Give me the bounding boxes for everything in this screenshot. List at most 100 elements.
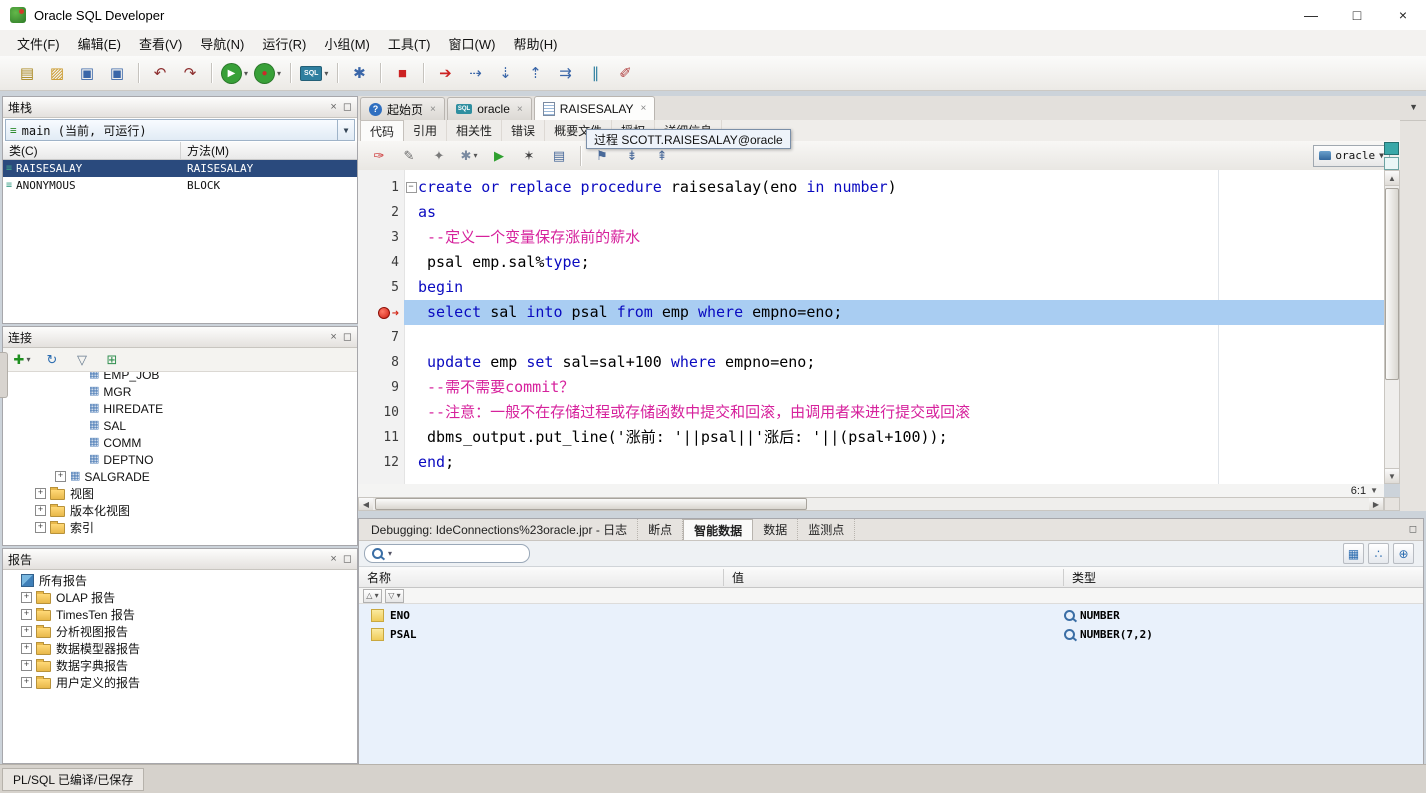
step-over-button[interactable]: ⇢ [461,60,489,86]
sql-worksheet-button[interactable]: SQL ▾ [298,60,330,86]
debug-tab[interactable]: 智能数据 [683,519,754,540]
close-tab-icon[interactable]: × [641,103,647,114]
maximize-button[interactable]: □ [1334,0,1380,30]
code-line[interactable]: 8 update emp set sal=sal+100 where empno… [358,350,1384,375]
tree-item[interactable]: + 版本化视图 [3,502,357,519]
tab-overflow-icon[interactable]: ▼ [1409,102,1418,112]
resume-button[interactable]: ⇉ [551,60,579,86]
menu-item[interactable]: 运行(R) [253,31,315,56]
stack-row[interactable]: ≡ ANONYMOUS BLOCK [3,177,357,194]
expand-icon[interactable]: + [35,505,46,516]
tree-item[interactable]: ▦ EMP_JOB [3,372,357,383]
chevron-down-icon[interactable]: ▼ [1370,486,1378,495]
tree-item[interactable]: + 视图 [3,485,357,502]
debug-tab[interactable]: Debugging: IdeConnections%23oracle.jpr -… [361,519,639,540]
grid-view-button[interactable]: ▦ [1343,543,1364,564]
chevron-down-icon[interactable]: ▼ [337,120,354,140]
type-inspect-icon[interactable] [1064,610,1075,621]
tree-item[interactable]: + ▦ SALGRADE [3,468,357,485]
collapse-all-button[interactable]: ⊞ [98,350,126,370]
report-item[interactable]: + 数据字典报告 [3,657,357,674]
stack-row[interactable]: ≡ RAISESALAY RAISESALAY [3,160,357,177]
tree-item[interactable]: ▦ MGR [3,383,357,400]
code-line[interactable]: 1− create or replace procedure raisesalay… [358,175,1384,200]
report-item[interactable]: + 分析视图报告 [3,623,357,640]
tree-item[interactable]: ▦ HIREDATE [3,400,357,417]
code-line[interactable]: 10 --注意：一般不在存储过程或存储函数中提交和回滚，由调用者来进行提交或回滚 [358,400,1384,425]
debug-tab[interactable]: 数据 [753,519,799,540]
edit-icon[interactable]: ✎ [395,143,423,169]
code-line[interactable]: 12 end; [358,450,1384,475]
scroll-up-icon[interactable]: ▲ [1385,171,1399,186]
watch-row[interactable]: ENO NUMBER [359,606,1423,625]
close-tab-icon[interactable]: × [517,104,523,115]
menu-item[interactable]: 小组(M) [315,31,379,56]
restore-icon[interactable]: ◻ [1409,524,1417,535]
step-into-button[interactable]: ⇣ [491,60,519,86]
tree-item[interactable]: ▦ COMM [3,434,357,451]
scrollbar-thumb[interactable] [375,498,808,510]
code-line[interactable]: 3 --定义一个变量保存涨前的薪水 [358,225,1384,250]
debug-icon[interactable]: ✶ [515,143,543,169]
watch-row[interactable]: PSAL NUMBER(7,2) [359,625,1423,644]
menu-item[interactable]: 文件(F) [8,31,69,56]
report-item[interactable]: + 用户定义的报告 [3,674,357,691]
chevron-down-icon[interactable]: ▾ [324,69,328,78]
tree-item[interactable]: ▦ DEPTNO [3,451,357,468]
open-button[interactable]: ▨ [43,60,71,86]
restore-icon[interactable]: ◻ [343,101,352,113]
expand-icon[interactable]: + [35,488,46,499]
scroll-right-icon[interactable]: ▶ [1369,498,1383,510]
save-button[interactable]: ▣ [73,60,101,86]
column-header-type[interactable]: 类型 [1064,569,1423,586]
scroll-left-icon[interactable]: ◀ [359,498,373,510]
column-header-value[interactable]: 值 [724,568,1064,586]
split-vertical-button[interactable] [1384,157,1399,170]
restore-icon[interactable]: ◻ [343,331,352,343]
scroll-down-icon[interactable]: ▼ [1385,468,1399,483]
editor-vertical-scrollbar[interactable]: ▲ ▼ [1384,170,1400,484]
chevron-down-icon[interactable]: ▾ [473,151,477,160]
doc-tab[interactable]: RAISESALAY × [533,96,656,120]
close-button[interactable]: × [1380,0,1426,30]
report-item[interactable]: 所有报告 [3,572,357,589]
expand-icon[interactable]: + [55,471,66,482]
run-icon[interactable]: ▶ [485,143,513,169]
close-icon[interactable]: × [330,101,336,113]
debug-tab[interactable]: 断点 [638,519,684,540]
code-line[interactable]: 5 begin [358,275,1384,300]
type-inspect-icon[interactable] [1064,629,1075,640]
close-tab-icon[interactable]: × [430,104,436,115]
compile-icon[interactable]: ✦ [425,143,453,169]
expand-icon[interactable]: + [21,660,32,671]
expand-icon[interactable]: + [21,643,32,654]
save-all-button[interactable]: ▣ [103,60,131,86]
editor-sub-tab[interactable]: 错误 [502,120,546,141]
menu-item[interactable]: 编辑(E) [69,31,130,56]
close-icon[interactable]: × [330,553,336,565]
close-icon[interactable]: × [330,331,336,343]
pause-button[interactable]: ∥ [581,60,609,86]
sort-descending-button[interactable]: ▽ ▾ [385,588,404,603]
debug-button[interactable]: ● ▾ [252,60,283,86]
undo-button[interactable]: ↶ [146,60,174,86]
split-horizontal-button[interactable] [1384,142,1399,155]
debug-needle-icon[interactable]: ✑ [365,143,393,169]
tree-item[interactable]: + 索引 [3,519,357,536]
code-editor[interactable]: 1− create or replace procedure raisesalay… [358,170,1384,484]
stack-column-class[interactable]: 类(C) [3,142,181,159]
step-out-button[interactable]: ⇡ [521,60,549,86]
code-line[interactable]: 2 as [358,200,1384,225]
run-to-cursor-button[interactable]: ✐ [611,60,639,86]
tree-item[interactable]: ▦ SAL [3,417,357,434]
expand-icon[interactable]: + [21,592,32,603]
report-item[interactable]: + 数据模型器报告 [3,640,357,657]
code-line[interactable]: ➜ select sal into psal from emp where em… [358,300,1384,325]
search-input[interactable] [397,546,522,561]
editor-horizontal-scrollbar[interactable]: ◀ ▶ [358,497,1384,511]
refresh-button[interactable]: ↻ [38,350,66,370]
search-box[interactable]: ▾ [364,544,530,563]
restore-icon[interactable]: ◻ [343,553,352,565]
new-file-button[interactable]: ▤ [13,60,41,86]
report-item[interactable]: + OLAP 报告 [3,589,357,606]
